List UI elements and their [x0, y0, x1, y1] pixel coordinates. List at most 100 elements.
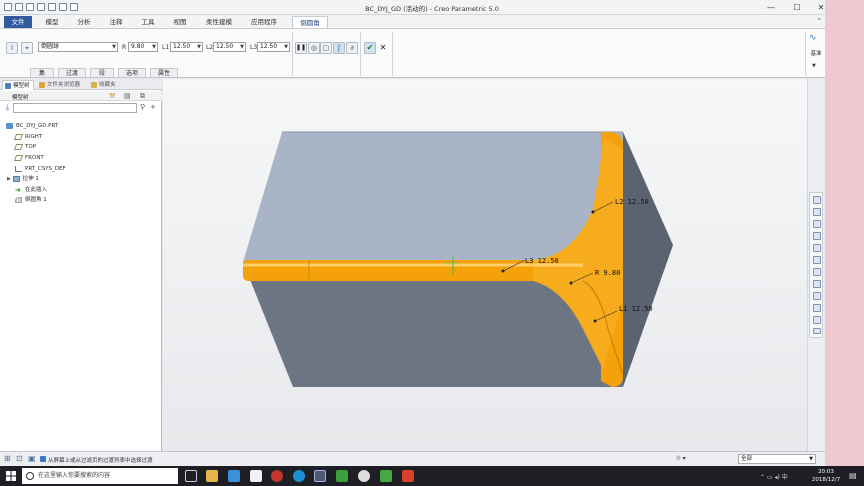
- tab-model[interactable]: 模型: [38, 16, 66, 28]
- notification-icon[interactable]: ▤: [849, 471, 857, 480]
- graphics-viewport[interactable]: L3 12.50 L2 12.50 R 9.80 L1 12.50: [163, 79, 807, 451]
- tab-view[interactable]: 视图: [166, 16, 194, 28]
- tab-folder-browser[interactable]: 文件夹浏览器: [37, 80, 87, 90]
- dimension-l3-label[interactable]: L3 12.50: [525, 257, 559, 265]
- tab-flexible-modeling[interactable]: 柔性建模: [200, 16, 238, 28]
- transition-mode-icon[interactable]: ⌖: [21, 42, 33, 54]
- minimize-button[interactable]: —: [758, 0, 784, 15]
- selection-filter-dropdown[interactable]: 全部 ▼: [738, 454, 816, 464]
- tab-round[interactable]: 倒圆角: [292, 16, 328, 28]
- tab-tools[interactable]: 工具: [134, 16, 162, 28]
- zoom-in-icon[interactable]: [813, 208, 821, 216]
- tab-model-tree[interactable]: 模型树: [2, 80, 34, 90]
- task-view-icon[interactable]: [185, 470, 197, 482]
- saved-views-icon[interactable]: [813, 268, 821, 276]
- confirm-button[interactable]: ✔: [364, 42, 376, 54]
- view-manager-icon[interactable]: [813, 280, 821, 288]
- add-filter-icon[interactable]: +: [150, 103, 156, 111]
- tab-file[interactable]: 文件: [4, 16, 32, 28]
- tab-analysis[interactable]: 分析: [70, 16, 98, 28]
- tree-item-part[interactable]: BC_DYJ_GD.PRT: [6, 121, 58, 131]
- expand-arrow-icon[interactable]: ▶: [7, 176, 11, 182]
- repaint-icon[interactable]: [813, 232, 821, 240]
- subtab-transitions[interactable]: 过渡: [58, 68, 86, 78]
- display-style-icon[interactable]: [813, 256, 821, 264]
- tree-item-round[interactable]: 倒圆角 1: [15, 195, 47, 205]
- l3-input[interactable]: 12.50 ▼: [257, 42, 290, 52]
- tab-annotate[interactable]: 注释: [102, 16, 130, 28]
- taskbar-clock[interactable]: 20:03 2018/12/7: [806, 468, 846, 484]
- block-top-face[interactable]: [243, 132, 623, 262]
- mail-icon[interactable]: [250, 470, 262, 482]
- dimension-r-label[interactable]: R 9.80: [595, 269, 620, 277]
- creo-app-icon[interactable]: [314, 470, 326, 482]
- model-tree-header: 模型树 ⚒ ▤ ⧉: [0, 91, 162, 101]
- subtab-options[interactable]: 选项: [118, 68, 146, 78]
- system-tray-icons[interactable]: ⌃ ▭ ◂) 中: [760, 472, 788, 481]
- radius-input[interactable]: 9.80 ▼: [128, 42, 158, 52]
- chevron-down-icon: ▼: [112, 44, 116, 50]
- l1-label: L1: [162, 44, 170, 51]
- perspective-icon[interactable]: [813, 244, 821, 252]
- verify-mode-icon[interactable]: ʃ: [333, 42, 345, 54]
- tree-item-csys[interactable]: PRT_CSYS_DEF: [15, 164, 66, 174]
- transition-shape-dropdown[interactable]: 倒圆球 ▼: [38, 42, 118, 52]
- model-tree-search-input[interactable]: [13, 103, 137, 113]
- subtab-sets[interactable]: 集: [30, 68, 54, 78]
- camtasia-icon[interactable]: [336, 470, 348, 482]
- chrome-icon[interactable]: [358, 470, 370, 482]
- microphone-icon[interactable]: 🎙: [163, 470, 173, 479]
- tab-applications[interactable]: 应用程序: [244, 16, 284, 28]
- tree-search-icon[interactable]: ⚲: [140, 103, 145, 111]
- show-icon[interactable]: ▤: [124, 92, 131, 100]
- dimension-l1-label[interactable]: L1 12.50: [619, 305, 653, 313]
- geometry-check-icon[interactable]: ▢: [320, 42, 332, 54]
- taskbar-search-input[interactable]: 在这里输入你要搜索的内容: [22, 468, 178, 484]
- tab-favorites[interactable]: 收藏夹: [89, 80, 125, 90]
- datum-label[interactable]: 基准: [806, 49, 826, 57]
- annotation-display-icon[interactable]: [813, 304, 821, 312]
- tree-item-right[interactable]: RIGHT: [13, 132, 42, 142]
- datum-icon[interactable]: ∿: [809, 33, 823, 43]
- tree-item-front[interactable]: FRONT: [13, 153, 44, 163]
- tree-item-top[interactable]: TOP: [13, 142, 36, 152]
- file-explorer-icon[interactable]: [206, 470, 218, 482]
- recorder-icon[interactable]: [402, 470, 414, 482]
- full-screen-icon[interactable]: ▣: [28, 454, 36, 463]
- collapse-ribbon-icon[interactable]: ⌃: [816, 17, 822, 25]
- edge-icon[interactable]: [293, 470, 305, 482]
- datum-display-icon[interactable]: [813, 292, 821, 300]
- model-view[interactable]: L3 12.50 L2 12.50 R 9.80 L1 12.50: [163, 79, 807, 451]
- pause-button[interactable]: ❚❚: [295, 42, 307, 54]
- refit-icon[interactable]: [813, 196, 821, 204]
- spin-center-icon[interactable]: [813, 316, 821, 324]
- preview-icon[interactable]: ◎: [308, 42, 320, 54]
- desktop-background: [825, 0, 864, 486]
- tree-item-insert-here[interactable]: ➜ 在此插入: [15, 185, 47, 195]
- tree-item-extrude[interactable]: ▶ 拉伸 1: [7, 174, 39, 184]
- browser-toggle-icon[interactable]: ⊡: [16, 454, 23, 463]
- wechat-icon[interactable]: [380, 470, 392, 482]
- chevron-down-icon[interactable]: ▼: [812, 63, 816, 69]
- cancel-button[interactable]: ✕: [377, 42, 389, 54]
- tree-settings-icon[interactable]: ⚒: [109, 92, 115, 100]
- filter-icon[interactable]: ⏚: [4, 103, 11, 113]
- selection-icon[interactable]: ⟐ ▾: [676, 455, 686, 463]
- navigator-toggle-icon[interactable]: ⊞: [4, 454, 11, 463]
- subtab-properties[interactable]: 属性: [150, 68, 178, 78]
- model-tree-title: 模型树: [12, 95, 29, 101]
- expand-icon[interactable]: ⧉: [140, 92, 145, 101]
- view-mode-icon[interactable]: ∂: [346, 42, 358, 54]
- maximize-button[interactable]: ☐: [784, 0, 810, 15]
- block-side-face[interactable]: [623, 132, 673, 387]
- l1-input[interactable]: 12.50 ▼: [170, 42, 203, 52]
- dimension-l2-label[interactable]: L2 12.50: [615, 198, 649, 206]
- windows-start-icon[interactable]: [6, 471, 16, 481]
- l2-input[interactable]: 12.50 ▼: [213, 42, 246, 52]
- office-icon[interactable]: [271, 470, 283, 482]
- store-icon[interactable]: [228, 470, 240, 482]
- section-view-icon[interactable]: [813, 328, 821, 334]
- zoom-out-icon[interactable]: [813, 220, 821, 228]
- set-mode-icon[interactable]: ⌇: [6, 42, 18, 54]
- subtab-pieces[interactable]: 段: [90, 68, 114, 78]
